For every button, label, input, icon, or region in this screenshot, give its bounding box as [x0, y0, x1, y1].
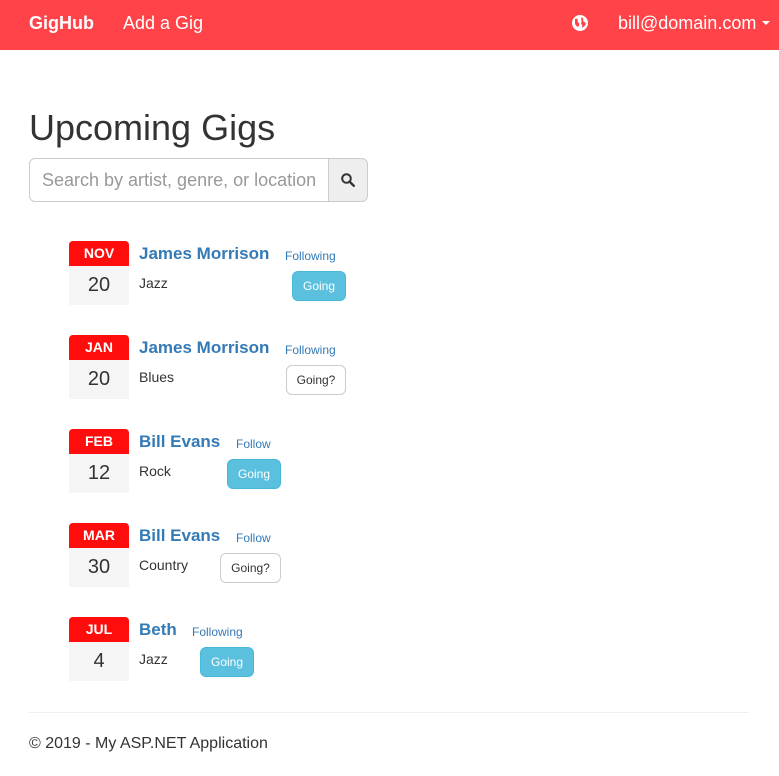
artist-link[interactable]: James Morrison	[139, 338, 269, 358]
user-email: bill@domain.com	[618, 13, 757, 33]
going-button[interactable]: Going	[227, 459, 281, 489]
going-button[interactable]: Going	[292, 271, 346, 301]
artist-link[interactable]: Beth	[139, 620, 177, 640]
calendar-badge: JUL 4	[69, 617, 129, 681]
search-icon	[341, 173, 355, 187]
gig-genre: Jazz	[139, 651, 168, 667]
gig-genre: Rock	[139, 463, 171, 479]
artist-link[interactable]: Bill Evans	[139, 526, 220, 546]
gig-genre: Blues	[139, 369, 175, 385]
gig-genre: Country	[139, 557, 189, 573]
calendar-badge: NOV 20	[69, 241, 129, 305]
gig-month: MAR	[69, 523, 129, 548]
follow-toggle[interactable]: Following	[192, 625, 243, 639]
gig-day: 20	[87, 274, 111, 296]
caret-down-icon	[762, 21, 771, 26]
footer-copyright: © 2019 - My ASP.NET Application	[29, 735, 268, 752]
gig-month: JAN	[69, 335, 129, 360]
calendar-badge: JAN 20	[69, 335, 129, 399]
globe-icon[interactable]	[571, 14, 589, 32]
footer-divider	[29, 712, 749, 713]
follow-toggle[interactable]: Follow	[236, 437, 271, 451]
gig-day: 20	[87, 368, 111, 390]
search-group	[29, 158, 368, 202]
user-menu-dropdown[interactable]: bill@domain.com	[618, 13, 771, 34]
navbar: GigHub Add a Gig bill@domain.com	[0, 0, 779, 50]
gig-day: 12	[87, 462, 111, 484]
search-input[interactable]	[29, 158, 329, 202]
search-button[interactable]	[328, 158, 368, 202]
gig-month: NOV	[69, 241, 129, 266]
follow-toggle[interactable]: Following	[285, 249, 336, 263]
gig-month: JUL	[69, 617, 129, 642]
follow-toggle[interactable]: Following	[285, 343, 336, 357]
gig-genre: Jazz	[139, 275, 168, 291]
gig-day: 4	[93, 650, 105, 672]
going-button[interactable]: Going?	[220, 553, 281, 583]
gig-item: FEB 12 Bill Evans Follow Rock Going	[69, 429, 369, 493]
going-button[interactable]: Going?	[286, 365, 346, 395]
going-button[interactable]: Going	[200, 647, 254, 677]
gig-item: MAR 30 Bill Evans Follow Country Going?	[69, 523, 369, 587]
gig-item: NOV 20 James Morrison Following Jazz Goi…	[69, 241, 369, 305]
page-title: Upcoming Gigs	[29, 107, 276, 148]
artist-link[interactable]: Bill Evans	[139, 432, 220, 452]
gig-month: FEB	[69, 429, 129, 454]
add-gig-link[interactable]: Add a Gig	[123, 13, 203, 34]
calendar-badge: MAR 30	[69, 523, 129, 587]
artist-link[interactable]: James Morrison	[139, 244, 269, 264]
brand-link[interactable]: GigHub	[29, 13, 94, 34]
gig-item: JAN 20 James Morrison Following Blues Go…	[69, 335, 369, 399]
calendar-badge: FEB 12	[69, 429, 129, 493]
follow-toggle[interactable]: Follow	[236, 531, 271, 545]
gig-item: JUL 4 Beth Following Jazz Going	[69, 617, 369, 681]
gig-day: 30	[87, 556, 111, 578]
